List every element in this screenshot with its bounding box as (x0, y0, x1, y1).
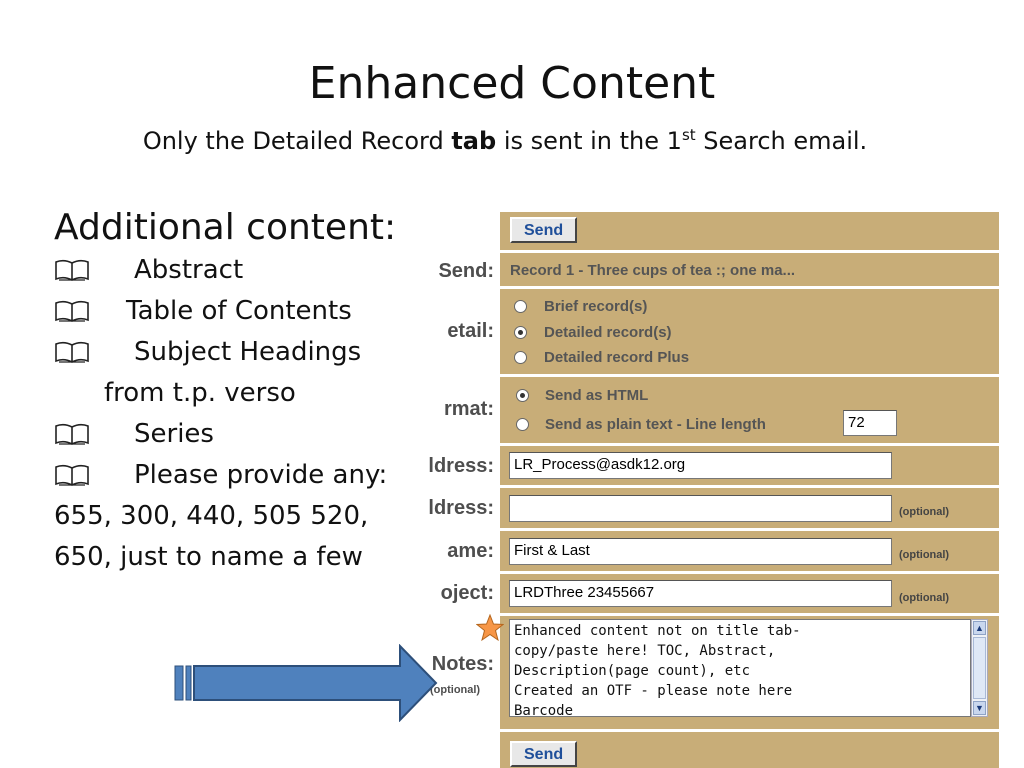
subtitle-text-1: Only the Detailed Record (142, 127, 452, 155)
tag-list-line: 650, just to name a few (54, 542, 363, 572)
scroll-up-icon[interactable]: ▲ (973, 621, 986, 635)
bullet-subject-headings: Subject Headings (134, 337, 362, 367)
radio-label-detailed: Detailed record(s) (544, 324, 672, 341)
to-address-label: ldress: (428, 455, 494, 477)
list-heading: Additional content: (54, 207, 397, 248)
open-book-icon (55, 300, 89, 322)
name-input[interactable]: First & Last (509, 538, 892, 565)
slide-subtitle: Only the Detailed Record tab is sent in … (0, 126, 1010, 155)
from-address-row: (optional) (500, 488, 999, 528)
send-label: Send: (438, 260, 494, 282)
open-book-icon (55, 464, 89, 486)
to-address-input[interactable]: LR_Process@asdk12.org (509, 452, 892, 479)
bullet-series: Series (134, 419, 214, 449)
open-book-icon (55, 259, 89, 281)
to-address-row: LR_Process@asdk12.org (500, 446, 999, 485)
list-item: Abstract (54, 250, 424, 291)
name-label: ame: (447, 540, 494, 562)
detail-label: etail: (447, 320, 494, 342)
detail-row: Brief record(s) Detailed record(s) Detai… (500, 289, 999, 374)
line-length-input[interactable]: 72 (843, 410, 897, 436)
arrow-right-icon (174, 644, 438, 722)
star-icon (476, 614, 504, 642)
subtitle-text-2: is sent in the 1 (496, 127, 682, 155)
bullet-table-of-contents: Table of Contents (126, 296, 352, 326)
list-item: Subject Headings (54, 332, 424, 373)
name-row: First & Last (optional) (500, 531, 999, 571)
open-book-icon (55, 341, 89, 363)
format-label: rmat: (443, 398, 494, 420)
optional-note: (optional) (899, 506, 950, 518)
bottom-send-row: Send (500, 732, 999, 768)
radio-label-plain-text: Send as plain text - Line length (545, 416, 766, 433)
radio-label-html: Send as HTML (545, 387, 649, 404)
bullet-abstract: Abstract (134, 255, 244, 285)
scroll-thumb[interactable] (973, 637, 986, 699)
from-address-input[interactable] (509, 495, 892, 522)
notes-label: Notes: (431, 653, 494, 675)
list-item: Series (54, 414, 424, 455)
format-row: Send as HTML Send as plain text - Line l… (500, 377, 999, 443)
scroll-down-icon[interactable]: ▼ (973, 701, 986, 715)
notes-textarea[interactable]: Enhanced content not on title tab- copy/… (509, 619, 971, 717)
radio-brief-record[interactable] (514, 300, 527, 313)
radio-detailed-record[interactable] (514, 326, 527, 339)
from-address-label: ldress: (428, 497, 494, 519)
subtitle-superscript: st (681, 126, 696, 144)
list-item: Please provide any: (54, 455, 424, 496)
bullet-please-provide: Please provide any: (134, 460, 388, 490)
subtitle-text-3: Search email. (695, 127, 868, 155)
slide-title: Enhanced Content (308, 58, 716, 109)
subtitle-bold-tab: tab (451, 127, 497, 155)
radio-send-html[interactable] (516, 389, 529, 402)
subject-label: oject: (440, 582, 494, 604)
send-row: Record 1 - Three cups of tea :; one ma..… (500, 253, 999, 286)
radio-detailed-plus[interactable] (514, 351, 527, 364)
bullet-continuation: from t.p. verso (104, 378, 296, 408)
send-button-bottom[interactable]: Send (510, 741, 578, 767)
list-item: Table of Contents (54, 291, 424, 332)
tag-list-line: 655, 300, 440, 505 520, (54, 501, 369, 531)
radio-label-brief: Brief record(s) (544, 298, 648, 315)
optional-note: (optional) (899, 549, 950, 561)
subject-input[interactable]: LRDThree 23455667 (509, 580, 892, 607)
notes-scrollbar[interactable]: ▲ ▼ (971, 619, 988, 717)
additional-content-list: Additional content: Abstract Table of Co… (54, 206, 424, 578)
top-send-row: Send (500, 212, 999, 250)
record-summary: Record 1 - Three cups of tea :; one ma..… (510, 262, 796, 279)
open-book-icon (55, 423, 89, 445)
radio-send-plain-text[interactable] (516, 418, 529, 431)
radio-label-detailed-plus: Detailed record Plus (544, 349, 690, 366)
optional-note: (optional) (899, 592, 950, 604)
notes-row: Enhanced content not on title tab- copy/… (500, 616, 999, 729)
subject-row: LRDThree 23455667 (optional) (500, 574, 999, 613)
send-button-top[interactable]: Send (510, 217, 578, 243)
